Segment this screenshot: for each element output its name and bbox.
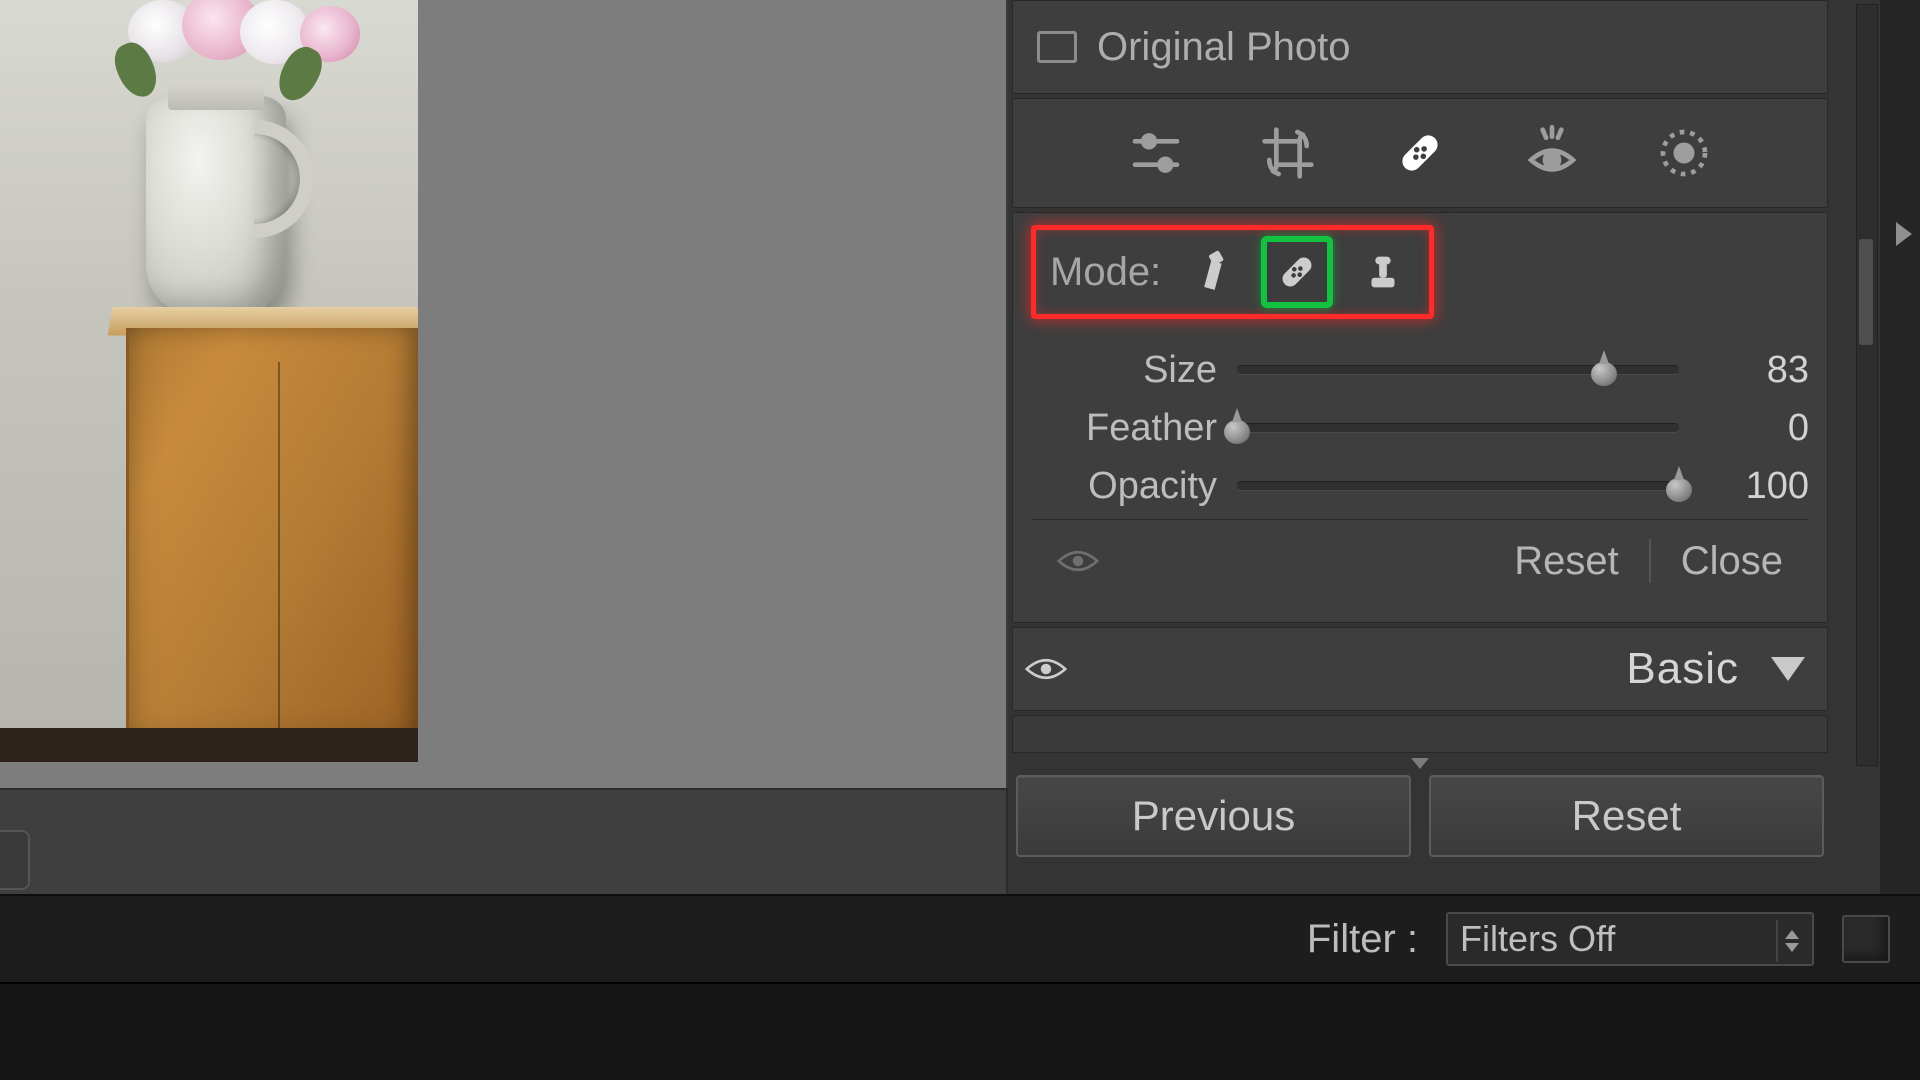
healing-panel: Mode: [1012,212,1828,623]
basic-panel-title: Basic [1626,644,1739,694]
basic-visibility-icon[interactable] [1025,654,1067,684]
feather-slider[interactable]: Feather 0 [1031,399,1809,457]
app-root: Original Photo [0,0,1920,1080]
previous-button[interactable]: Previous [1016,775,1411,857]
develop-panel: Original Photo [1008,0,1920,894]
mode-selector-highlight: Mode: [1031,225,1434,319]
feather-value[interactable]: 0 [1699,407,1809,450]
original-photo-label: Original Photo [1097,25,1350,70]
size-label: Size [1031,349,1217,392]
heal-icon[interactable] [1261,236,1333,308]
mode-label: Mode: [1050,250,1161,295]
filmstrip[interactable] [0,982,1920,1080]
visibility-toggle-icon[interactable] [1057,540,1099,582]
size-track[interactable] [1237,365,1679,375]
panel-gutter [1880,0,1920,894]
clone-stamp-icon[interactable] [1353,242,1413,302]
opacity-slider[interactable]: Opacity 100 [1031,457,1809,515]
healing-sliders: Size 83 Feather 0 Opacity [1031,341,1809,515]
filter-dropdown[interactable]: Filters Off [1446,912,1814,966]
reset-button[interactable]: Reset [1429,775,1824,857]
basic-collapse-icon[interactable] [1771,657,1805,681]
preview-photo [0,0,418,762]
scrollbar-thumb[interactable] [1859,239,1873,345]
feather-label: Feather [1031,407,1217,450]
opacity-label: Opacity [1031,465,1217,508]
image-canvas[interactable] [0,0,1008,788]
opacity-track[interactable] [1237,481,1679,491]
healing-icon[interactable] [1391,124,1449,182]
crop-icon[interactable] [1259,124,1317,182]
size-slider[interactable]: Size 83 [1031,341,1809,399]
redeye-icon[interactable] [1523,124,1581,182]
partial-button[interactable] [0,830,30,890]
healing-footer: Reset Close [1031,519,1809,602]
healing-close-button[interactable]: Close [1681,539,1783,584]
toolbar-strip [0,788,1006,896]
panel-resize-arrow-icon[interactable] [1411,758,1429,769]
panel-scrollbar[interactable] [1856,4,1878,766]
size-value[interactable]: 83 [1699,349,1809,392]
content-aware-remove-icon[interactable] [1181,242,1241,302]
tool-strip [1012,98,1828,208]
basic-panel-body-peek [1012,715,1828,753]
opacity-thumb[interactable] [1664,468,1694,502]
feather-thumb[interactable] [1222,410,1252,444]
healing-reset-button[interactable]: Reset [1514,539,1619,584]
original-photo-row: Original Photo [1012,0,1828,94]
original-photo-checkbox[interactable] [1037,31,1077,63]
filter-label: Filter : [1307,917,1418,962]
size-thumb[interactable] [1589,352,1619,386]
edit-sliders-icon[interactable] [1127,124,1185,182]
opacity-value[interactable]: 100 [1699,465,1809,508]
divider [1649,539,1651,583]
panel-expand-arrow-icon[interactable] [1896,222,1912,246]
dropdown-stepper-icon[interactable] [1776,920,1806,962]
history-buttons-row: Previous Reset [1012,769,1828,857]
feather-track[interactable] [1237,423,1679,433]
masking-icon[interactable] [1655,124,1713,182]
filter-dropdown-value: Filters Off [1460,918,1615,960]
filter-lock-button[interactable] [1842,915,1890,963]
basic-panel-header[interactable]: Basic [1012,627,1828,711]
library-filter-bar: Filter : Filters Off [0,894,1920,982]
